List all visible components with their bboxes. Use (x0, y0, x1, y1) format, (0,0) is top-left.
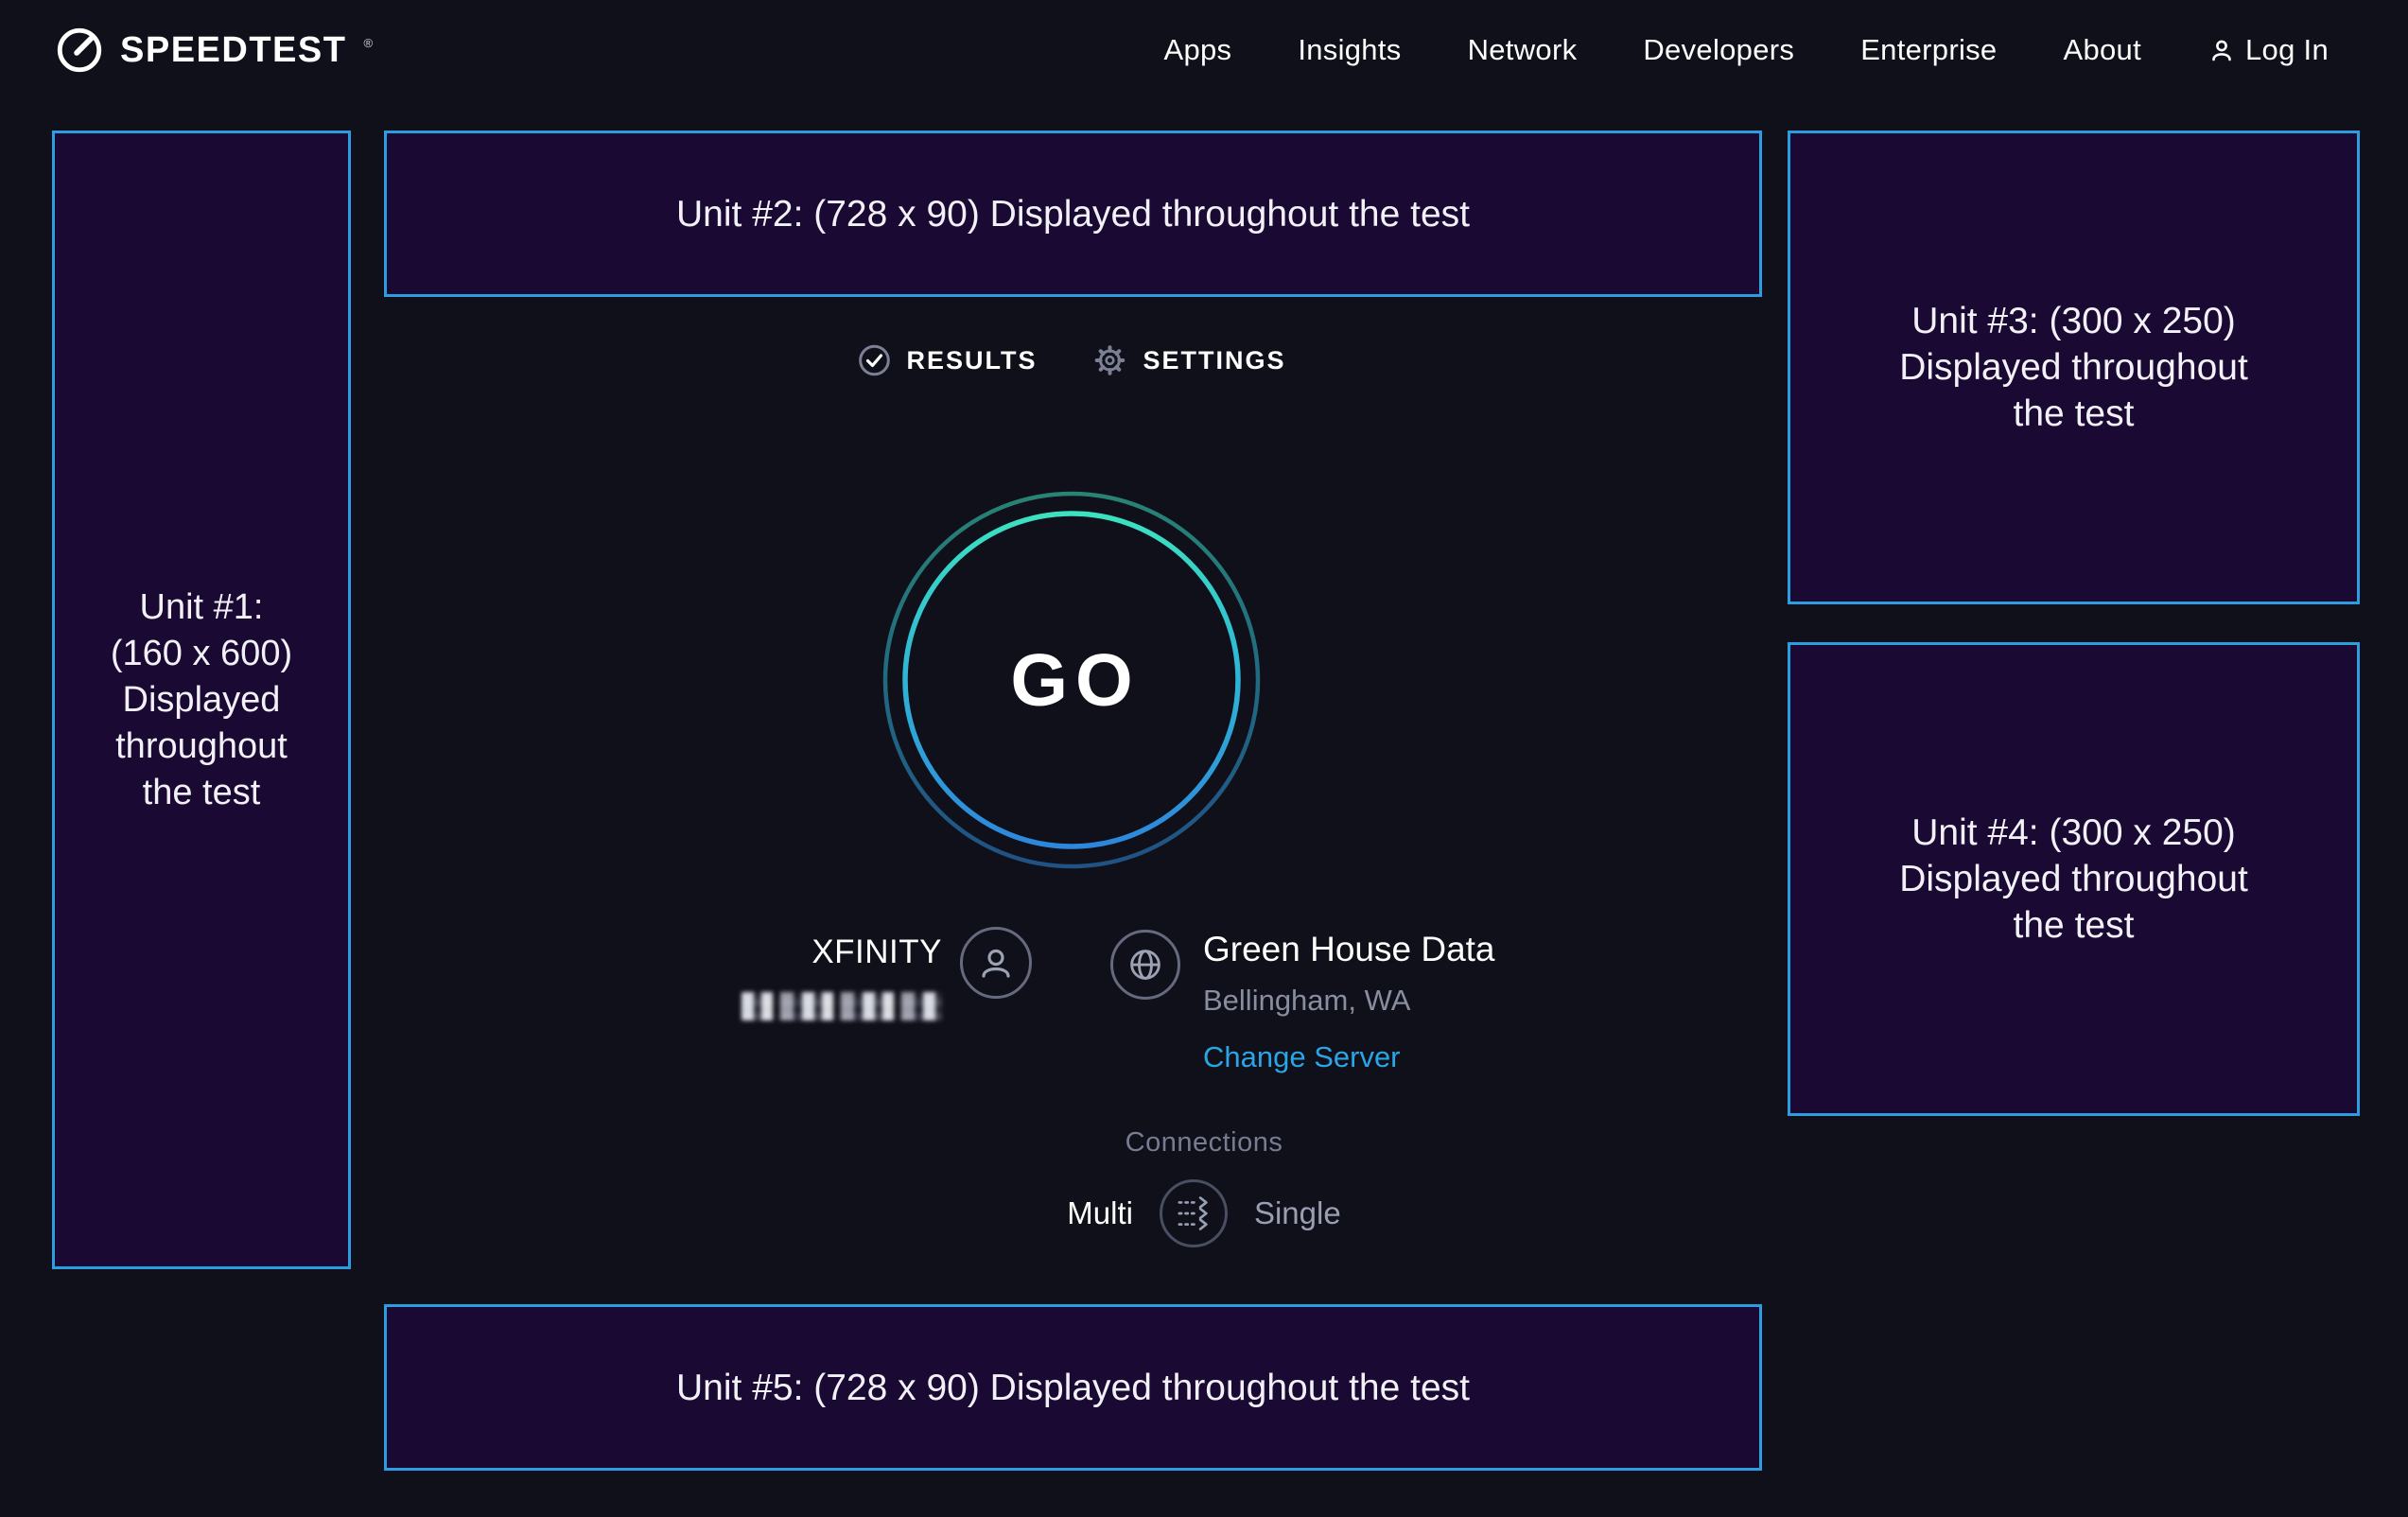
ad-unit-3-text: Unit #3: (300 x 250)Displayed throughout… (1899, 298, 2248, 437)
isp-block: XFINITY (605, 933, 942, 1025)
user-icon (2207, 36, 2236, 64)
ip-address-redacted (742, 992, 942, 1020)
isp-name: XFINITY (605, 933, 942, 971)
person-icon (973, 940, 1019, 985)
connections-toggle-row: Multi Single (0, 1179, 2408, 1247)
main-nav: Apps Insights Network Developers Enterpr… (1163, 33, 2329, 67)
view-tabs: RESULTS (857, 342, 1285, 378)
nav-item-apps[interactable]: Apps (1163, 33, 1231, 67)
globe-icon (1124, 943, 1167, 986)
go-button-label: GO (1003, 637, 1140, 724)
change-server-link[interactable]: Change Server (1203, 1040, 1401, 1074)
connections-section: Connections Multi Single (0, 1127, 2408, 1247)
ad-unit-3-rectangle[interactable]: Unit #3: (300 x 250)Displayed throughout… (1788, 131, 2360, 604)
ad-unit-2-leaderboard[interactable]: Unit #2: (728 x 90) Displayed throughout… (384, 131, 1762, 297)
go-button[interactable]: GO (881, 489, 1263, 871)
tab-settings[interactable]: SETTINGS (1092, 342, 1286, 378)
connections-label: Connections (0, 1127, 2408, 1159)
nav-item-developers[interactable]: Developers (1643, 33, 1794, 67)
settings-tab-label: SETTINGS (1143, 346, 1286, 375)
gear-icon (1092, 342, 1128, 378)
ad-unit-5-text: Unit #5: (728 x 90) Displayed throughout… (676, 1365, 1470, 1411)
server-globe-badge (1110, 930, 1180, 1000)
ad-unit-5-leaderboard[interactable]: Unit #5: (728 x 90) Displayed throughout… (384, 1304, 1762, 1471)
results-tab-label: RESULTS (906, 346, 1037, 375)
speedtest-gauge-icon (54, 25, 105, 76)
server-name: Green House Data (1203, 930, 1495, 969)
header: SPEEDTEST ® Apps Insights Network Develop… (0, 0, 2408, 131)
nav-item-insights[interactable]: Insights (1298, 33, 1401, 67)
login-link[interactable]: Log In (2207, 33, 2329, 67)
nav-item-about[interactable]: About (2063, 33, 2141, 67)
trademark-mark: ® (363, 36, 373, 50)
ad-unit-1-text: Unit #1:(160 x 600)Displayedthroughoutth… (111, 584, 292, 816)
connection-info: XFINITY Green House Data Bellingham, WA … (0, 922, 2408, 1092)
nav-item-enterprise[interactable]: Enterprise (1860, 33, 1997, 67)
nav-item-network[interactable]: Network (1468, 33, 1578, 67)
connections-multi-option[interactable]: Multi (1067, 1195, 1133, 1231)
connections-single-option[interactable]: Single (1254, 1195, 1341, 1231)
multi-connections-icon (1162, 1179, 1225, 1247)
logo[interactable]: SPEEDTEST ® (54, 25, 373, 76)
isp-avatar (960, 927, 1032, 999)
logo-text: SPEEDTEST (120, 30, 346, 71)
connections-toggle[interactable] (1160, 1179, 1228, 1247)
server-location: Bellingham, WA (1203, 984, 1495, 1018)
ad-unit-2-text: Unit #2: (728 x 90) Displayed throughout… (676, 191, 1470, 237)
tab-results[interactable]: RESULTS (857, 343, 1037, 377)
check-circle-icon (857, 343, 891, 377)
server-block: Green House Data Bellingham, WA Change S… (1203, 930, 1495, 1074)
login-label: Log In (2245, 33, 2329, 67)
speedtest-page: SPEEDTEST ® Apps Insights Network Develop… (0, 0, 2408, 1517)
ad-unit-1-skyscraper[interactable]: Unit #1:(160 x 600)Displayedthroughoutth… (52, 131, 351, 1269)
